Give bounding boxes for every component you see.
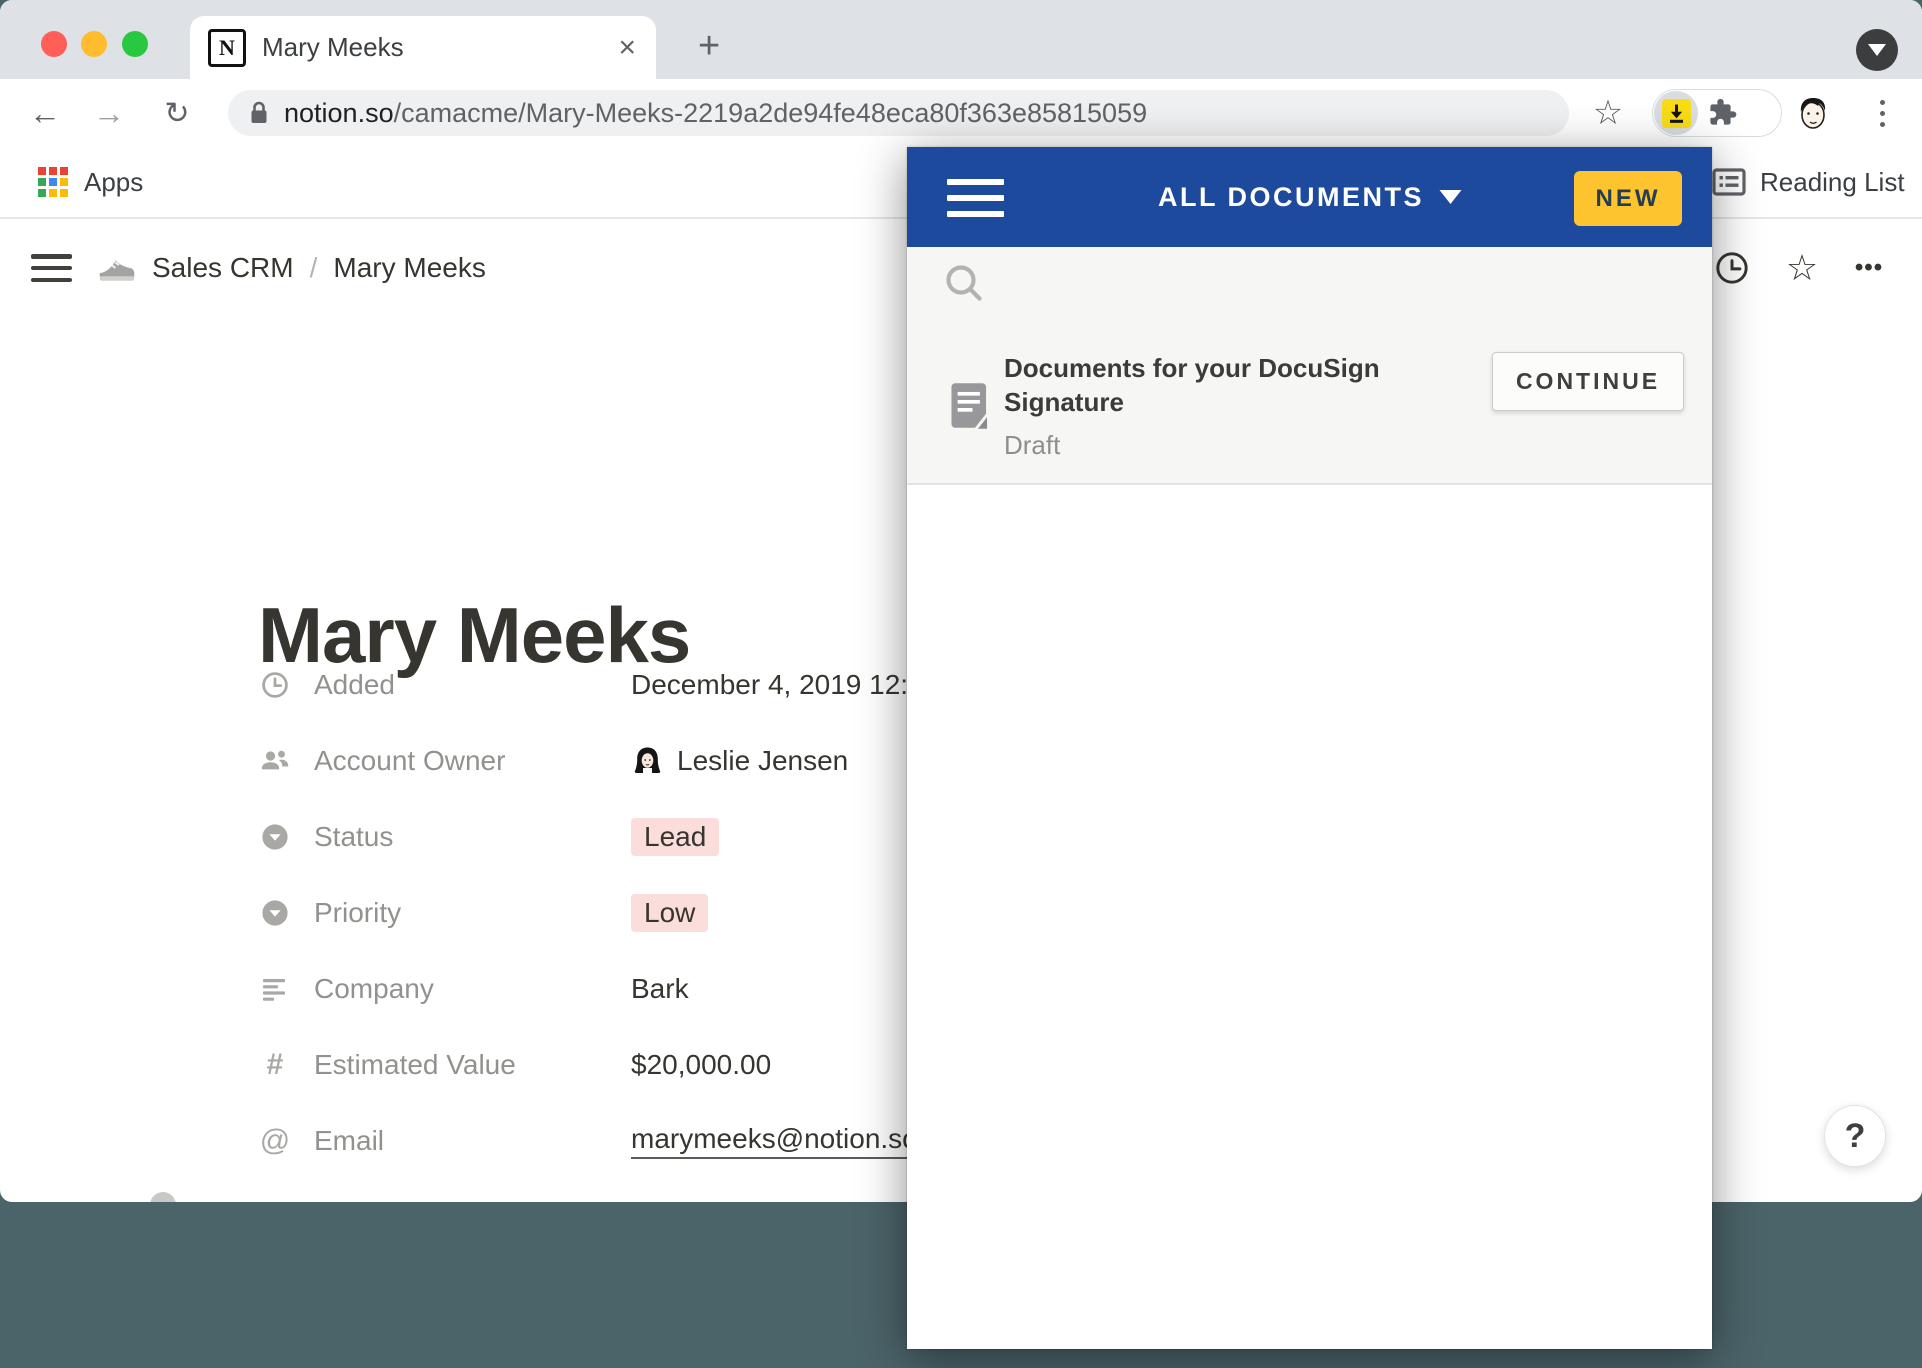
- help-button[interactable]: ?: [1824, 1105, 1886, 1167]
- url-text: notion.so/camacme/Mary-Meeks-2219a2de94f…: [284, 98, 1147, 129]
- property-value[interactable]: December 4, 2019 12:52: [631, 669, 939, 701]
- next-property-icon-partial: [150, 1192, 176, 1202]
- at-sign-icon: @: [258, 1124, 292, 1158]
- docusign-filter-label: ALL DOCUMENTS: [1158, 182, 1424, 213]
- window-close-button[interactable]: [41, 31, 67, 57]
- browser-menu-icon[interactable]: [1862, 91, 1902, 135]
- desktop: N Mary Meeks × + ← → ↻ notion.so/camacme…: [0, 0, 1922, 1368]
- profile-avatar[interactable]: [1793, 92, 1833, 132]
- text-lines-icon: [258, 975, 292, 1003]
- notion-sidebar-toggle-icon[interactable]: [31, 254, 72, 282]
- property-label[interactable]: Company: [314, 973, 576, 1005]
- property-value[interactable]: Leslie Jensen: [631, 745, 848, 778]
- window-zoom-button[interactable]: [122, 31, 148, 57]
- docusign-new-button[interactable]: NEW: [1574, 171, 1682, 226]
- sneaker-icon: [96, 248, 136, 288]
- property-label[interactable]: Status: [314, 821, 576, 853]
- search-icon[interactable]: [941, 261, 989, 309]
- clock-icon: [258, 670, 292, 700]
- back-button[interactable]: ←: [22, 79, 68, 147]
- tab-title: Mary Meeks: [262, 32, 616, 63]
- reading-list-icon: [1712, 168, 1746, 196]
- browser-toolbar: ← → ↻ notion.so/camacme/Mary-Meeks-2219a…: [0, 79, 1922, 147]
- clock-icon: [1714, 250, 1750, 286]
- notion-favorite-star-icon[interactable]: ☆: [1780, 246, 1824, 290]
- person-name: Leslie Jensen: [677, 745, 848, 777]
- select-dropdown-icon: [258, 898, 292, 928]
- chevron-down-icon: [1868, 44, 1886, 56]
- docusign-extension-icon: [1662, 99, 1691, 128]
- url-domain: notion.so: [284, 98, 394, 128]
- breadcrumb-workspace[interactable]: Sales CRM: [152, 252, 294, 284]
- docusign-list-area: Documents for your DocuSign Signature Dr…: [907, 247, 1712, 485]
- address-bar[interactable]: notion.so/camacme/Mary-Meeks-2219a2de94f…: [228, 90, 1569, 136]
- bookmark-star-icon[interactable]: ☆: [1584, 89, 1632, 137]
- person-icon: [258, 746, 292, 776]
- property-label[interactable]: Estimated Value: [314, 1049, 576, 1081]
- property-value[interactable]: Bark: [631, 973, 689, 1005]
- new-tab-button[interactable]: +: [692, 26, 726, 66]
- docusign-header: ALL DOCUMENTS NEW: [907, 147, 1712, 247]
- browser-tab[interactable]: N Mary Meeks ×: [190, 16, 656, 79]
- bookmark-apps[interactable]: Apps: [32, 159, 149, 205]
- docusign-documents-filter[interactable]: ALL DOCUMENTS: [1152, 147, 1467, 247]
- docusign-extension-button[interactable]: [1654, 91, 1698, 135]
- window-minimize-button[interactable]: [81, 31, 107, 57]
- lock-icon: [248, 99, 270, 127]
- property-value[interactable]: Lead: [631, 818, 719, 856]
- breadcrumb-separator: /: [310, 252, 318, 284]
- priority-tag: Low: [631, 894, 708, 932]
- leslie-jensen-avatar: [631, 745, 664, 778]
- number-hash-icon: #: [258, 1048, 292, 1082]
- reading-list-button[interactable]: Reading List: [1706, 159, 1911, 205]
- forward-button[interactable]: →: [86, 79, 132, 147]
- docusign-extension-popup: ALL DOCUMENTS NEW: [907, 147, 1712, 1349]
- document-status: Draft: [1004, 430, 1424, 461]
- breadcrumb: Sales CRM / Mary Meeks: [96, 240, 486, 296]
- select-dropdown-icon: [258, 822, 292, 852]
- property-label[interactable]: Added: [314, 669, 576, 701]
- status-tag: Lead: [631, 818, 719, 856]
- breadcrumb-page[interactable]: Mary Meeks: [333, 252, 485, 284]
- apps-label: Apps: [84, 167, 143, 198]
- extensions-area: [1652, 89, 1782, 137]
- chevron-down-icon: [1439, 190, 1461, 204]
- notion-history-button[interactable]: [1710, 246, 1754, 290]
- reading-list-label: Reading List: [1760, 167, 1905, 198]
- docusign-menu-icon[interactable]: [947, 179, 1004, 217]
- document-info: Documents for your DocuSign Signature Dr…: [1004, 351, 1424, 461]
- tab-search-dropdown-button[interactable]: [1856, 29, 1898, 71]
- property-value[interactable]: Low: [631, 894, 708, 932]
- document-title: Documents for your DocuSign Signature: [1004, 353, 1380, 417]
- continue-button[interactable]: CONTINUE: [1492, 352, 1684, 411]
- document-draft-icon: [949, 383, 991, 438]
- property-label[interactable]: Priority: [314, 897, 576, 929]
- notion-favicon-icon: N: [208, 29, 246, 67]
- tab-close-icon[interactable]: ×: [616, 33, 638, 63]
- email-link[interactable]: marymeeks@notion.so: [631, 1123, 918, 1159]
- reload-button[interactable]: ↻: [154, 79, 200, 147]
- notion-more-menu-icon[interactable]: •••: [1847, 246, 1891, 290]
- extensions-puzzle-icon[interactable]: [1707, 98, 1737, 128]
- apps-grid-icon: [38, 167, 68, 197]
- tab-strip: N Mary Meeks × +: [0, 0, 1922, 79]
- property-value[interactable]: $20,000.00: [631, 1049, 771, 1081]
- property-label[interactable]: Email: [314, 1125, 576, 1157]
- property-value[interactable]: marymeeks@notion.so: [631, 1123, 918, 1159]
- property-label[interactable]: Account Owner: [314, 745, 576, 777]
- document-list-item[interactable]: Documents for your DocuSign Signature Dr…: [907, 335, 1712, 485]
- url-path: /camacme/Mary-Meeks-2219a2de94fe48eca80f…: [394, 98, 1148, 128]
